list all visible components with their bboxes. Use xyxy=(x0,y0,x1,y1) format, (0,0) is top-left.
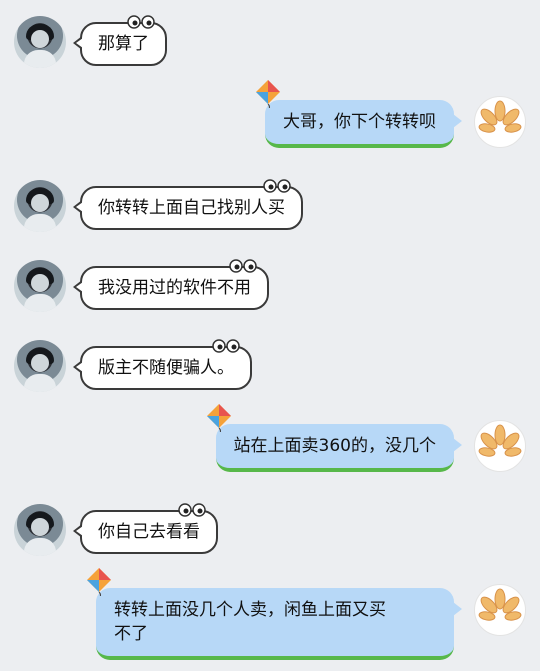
message-text: 那算了 xyxy=(98,34,149,54)
cartoon-eyes-icon xyxy=(127,15,155,29)
message-text: 你自己去看看 xyxy=(98,522,200,542)
message-text: 你转转上面自己找别人买 xyxy=(98,198,285,218)
my-avatar[interactable] xyxy=(474,420,526,472)
outgoing-message-bubble[interactable]: 转转上面没几个人卖，闲鱼上面又买 不了 xyxy=(87,568,462,660)
incoming-message-bubble[interactable]: 我没用过的软件不用 xyxy=(73,259,269,310)
golden-logo-icon xyxy=(478,588,522,621)
message-text: 转转上面没几个人卖，闲鱼上面又买 不了 xyxy=(114,600,386,644)
contact-avatar[interactable] xyxy=(14,16,66,68)
golden-logo-icon xyxy=(478,424,522,457)
cartoon-eyes-icon xyxy=(263,179,291,193)
message-row: 你自己去看看 xyxy=(0,502,540,562)
message-row: 版主不随便骗人。 xyxy=(0,338,540,398)
message-row: 大哥，你下个转转呗 xyxy=(0,80,540,158)
cartoon-eyes-icon xyxy=(229,259,257,273)
incoming-message-bubble[interactable]: 版主不随便骗人。 xyxy=(73,339,252,390)
contact-avatar[interactable] xyxy=(14,340,66,392)
message-row: 那算了 xyxy=(0,14,540,74)
message-text: 版主不随便骗人。 xyxy=(98,358,234,378)
my-avatar[interactable] xyxy=(474,584,526,636)
cartoon-eyes-icon xyxy=(212,339,240,353)
contact-avatar[interactable] xyxy=(14,180,66,232)
kite-icon xyxy=(87,568,111,596)
contact-avatar[interactable] xyxy=(14,260,66,312)
my-avatar[interactable] xyxy=(474,96,526,148)
kite-icon xyxy=(256,80,280,108)
message-text: 大哥，你下个转转呗 xyxy=(283,112,436,132)
outgoing-message-bubble[interactable]: 大哥，你下个转转呗 xyxy=(256,80,462,148)
message-row: 你转转上面自己找别人买 xyxy=(0,178,540,238)
contact-avatar[interactable] xyxy=(14,504,66,556)
message-row: 转转上面没几个人卖，闲鱼上面又买 不了 xyxy=(0,568,540,671)
outgoing-message-bubble[interactable]: 站在上面卖360的，没几个 xyxy=(206,404,462,472)
cartoon-eyes-icon xyxy=(178,503,206,517)
golden-logo-icon xyxy=(478,100,522,133)
incoming-message-bubble[interactable]: 你自己去看看 xyxy=(73,503,218,554)
incoming-message-bubble[interactable]: 你转转上面自己找别人买 xyxy=(73,179,303,230)
incoming-message-bubble[interactable]: 那算了 xyxy=(73,15,167,66)
message-row: 我没用过的软件不用 xyxy=(0,258,540,318)
message-row: 站在上面卖360的，没几个 xyxy=(0,404,540,482)
message-text: 我没用过的软件不用 xyxy=(98,278,251,298)
message-text: 站在上面卖360的，没几个 xyxy=(233,436,436,456)
kite-icon xyxy=(206,404,231,432)
